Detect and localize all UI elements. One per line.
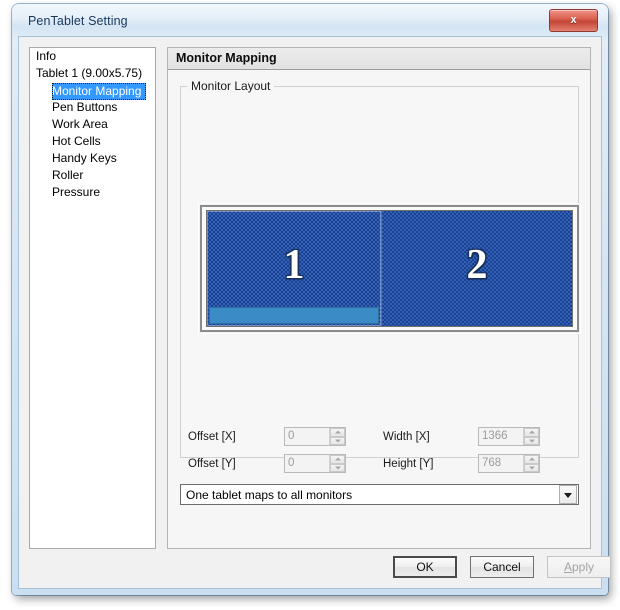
close-icon[interactable]: x <box>549 9 598 32</box>
height-y-spin-down-icon[interactable] <box>524 463 539 472</box>
offset-x-label: Offset [X] <box>188 431 236 443</box>
height-y-spin-buttons[interactable] <box>523 455 539 472</box>
monitor-layout-canvas[interactable]: 1 2 <box>198 203 581 334</box>
monitor-rect-2[interactable]: 2 <box>381 210 573 327</box>
offset-y-spin-down-icon[interactable] <box>330 463 345 472</box>
mapping-mode-value: One tablet maps to all monitors <box>186 487 353 502</box>
sidebar-item-tablet-1[interactable]: Tablet 1 (9.00x5.75) <box>30 65 155 82</box>
sidebar-item-hot-cells[interactable]: Hot Cells <box>30 133 155 150</box>
sidebar-item-work-area[interactable]: Work Area <box>30 116 155 133</box>
dialog-client-area: Info Tablet 1 (9.00x5.75) Monitor Mappin… <box>18 36 611 589</box>
mapping-mode-select[interactable]: One tablet maps to all monitors <box>180 484 579 505</box>
taskbar-strip <box>209 307 379 324</box>
width-x-spin-buttons[interactable] <box>523 428 539 445</box>
width-x-spin-down-icon[interactable] <box>524 436 539 445</box>
sidebar-item-handy-keys[interactable]: Handy Keys <box>30 150 155 167</box>
pentablet-setting-window: PenTablet Setting x Info Tablet 1 (9.00x… <box>12 4 611 595</box>
monitor-number-1: 1 <box>283 241 305 288</box>
offset-y-spin-buttons[interactable] <box>329 455 345 472</box>
desktop-backdrop: PenTablet Setting x Info Tablet 1 (9.00x… <box>0 0 620 610</box>
panel-header: Monitor Mapping <box>168 48 590 70</box>
ok-button[interactable]: OK <box>393 556 457 578</box>
apply-rest: pply <box>572 560 595 574</box>
monitor-mapping-panel: Monitor Mapping Monitor Layout 1 2 Offse… <box>167 47 591 549</box>
sidebar-item-info[interactable]: Info <box>30 48 155 65</box>
apply-accel: A <box>563 560 572 574</box>
monitor-layout-legend: Monitor Layout <box>187 79 275 93</box>
sidebar-item-pressure[interactable]: Pressure <box>30 184 155 201</box>
apply-button: Apply <box>547 556 611 578</box>
sidebar-item-monitor-mapping[interactable]: Monitor Mapping <box>52 83 147 100</box>
sidebar-item-pen-buttons[interactable]: Pen Buttons <box>30 99 155 116</box>
offset-x-value[interactable]: 0 <box>285 428 329 445</box>
width-x-value[interactable]: 1366 <box>479 428 523 445</box>
offset-x-spin-buttons[interactable] <box>329 428 345 445</box>
offset-x-stepper[interactable]: 0 <box>284 427 346 446</box>
chevron-down-icon[interactable] <box>559 485 577 504</box>
height-y-value[interactable]: 768 <box>479 455 523 472</box>
width-x-spin-up-icon[interactable] <box>524 428 539 437</box>
sidebar-item-roller[interactable]: Roller <box>30 167 155 184</box>
window-title: PenTablet Setting <box>28 14 128 28</box>
width-x-stepper[interactable]: 1366 <box>478 427 540 446</box>
height-y-stepper[interactable]: 768 <box>478 454 540 473</box>
height-y-label: Height [Y] <box>383 458 434 470</box>
offset-x-spin-down-icon[interactable] <box>330 436 345 445</box>
offset-y-stepper[interactable]: 0 <box>284 454 346 473</box>
window-titlebar[interactable]: PenTablet Setting x <box>12 4 608 40</box>
offset-y-label: Offset [Y] <box>188 458 236 470</box>
height-y-spin-up-icon[interactable] <box>524 455 539 464</box>
monitor-number-2: 2 <box>466 241 488 288</box>
monitor-rect-1[interactable]: 1 <box>206 210 382 327</box>
page-title: Monitor Mapping <box>176 51 277 65</box>
settings-tree[interactable]: Info Tablet 1 (9.00x5.75) Monitor Mappin… <box>29 47 156 549</box>
offset-y-spin-up-icon[interactable] <box>330 455 345 464</box>
cancel-button[interactable]: Cancel <box>470 556 534 578</box>
width-x-label: Width [X] <box>383 431 430 443</box>
offset-x-spin-up-icon[interactable] <box>330 428 345 437</box>
offset-y-value[interactable]: 0 <box>285 455 329 472</box>
